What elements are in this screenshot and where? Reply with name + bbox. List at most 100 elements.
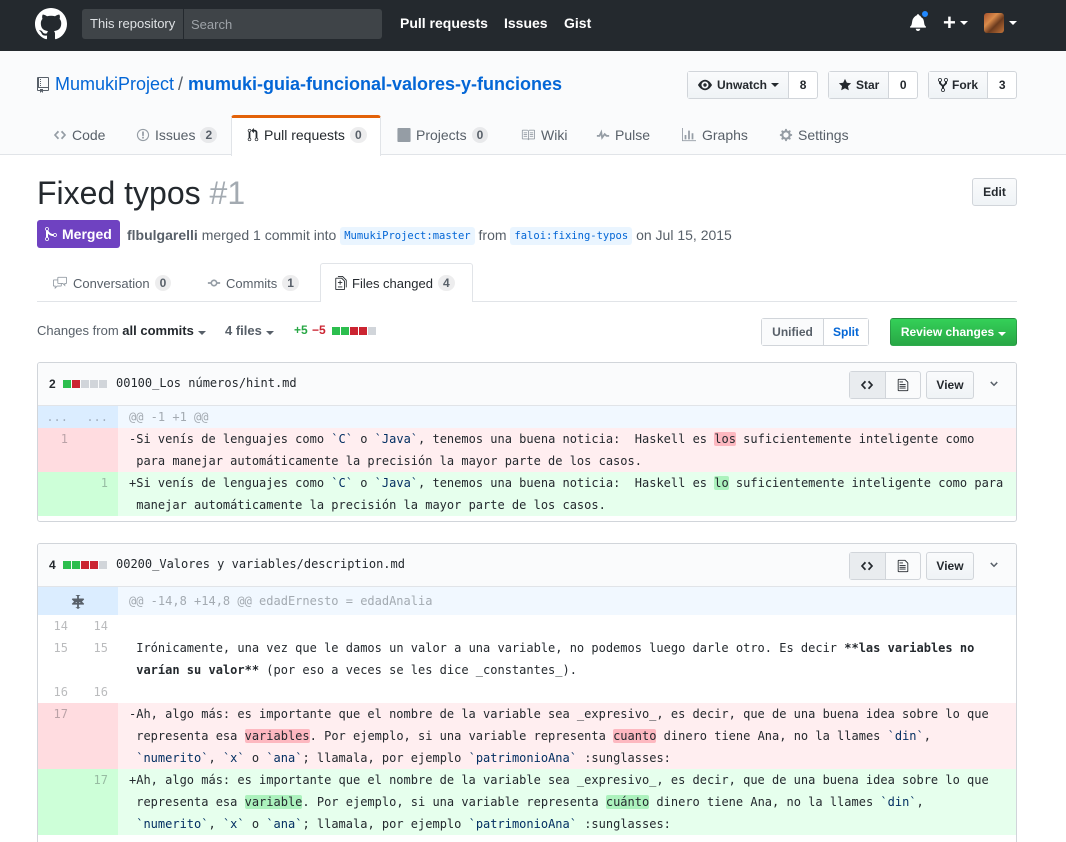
nav-pull-requests[interactable]: Pull requests (400, 15, 488, 31)
code-text: o (244, 817, 267, 831)
unified-button[interactable]: Unified (762, 319, 824, 345)
author-link[interactable]: flbulgarelli (127, 227, 198, 243)
code-text: `numerito` (136, 817, 209, 831)
diffstat-bar (332, 327, 376, 335)
source-diff-button[interactable] (850, 372, 886, 398)
nav-issues[interactable]: Issues (504, 15, 548, 31)
file-diff-icon (335, 276, 347, 290)
repo-owner-link[interactable]: MumukiProject (55, 74, 174, 95)
expand-lines-icon[interactable] (38, 587, 118, 615)
fork-label: Fork (952, 78, 979, 92)
repo-path-separator: / (178, 74, 184, 94)
new-line-number[interactable]: 1 (78, 472, 118, 516)
hunk-text: @@ -14,8 +14,8 @@ edadErnesto = edadAnal… (129, 594, 433, 608)
line-code: +Si venís de lenguajes como `C` o `Java`… (118, 472, 1016, 516)
chevron-down-icon[interactable] (1009, 21, 1017, 25)
chevron-down-icon[interactable] (960, 21, 968, 25)
code-text: , (208, 817, 223, 831)
chevron-down-icon (265, 331, 274, 335)
code-text: o (352, 432, 375, 446)
tab-pulse[interactable]: Pulse (596, 127, 650, 143)
search-input[interactable] (185, 9, 382, 39)
tab-code[interactable]: Code (53, 127, 105, 143)
file-name[interactable]: 00200_Valores y variables/description.md (116, 557, 405, 571)
eye-icon (698, 79, 712, 91)
tab-pull-requests[interactable]: Pull requests 0 (247, 127, 367, 143)
base-branch[interactable]: MumukiProject:master (340, 227, 475, 245)
deleted-line: 17 -Ah, algo más: es importante que el n… (38, 703, 1016, 769)
tab-issues[interactable]: Issues 2 (136, 127, 218, 143)
old-line-number[interactable]: 14 (38, 615, 78, 637)
fork-button[interactable]: Fork (929, 72, 989, 98)
code-text: , tenemos una buena noticia: Haskell es (418, 476, 715, 490)
chevron-down-icon[interactable] (988, 559, 1000, 571)
line-code: -Ah, algo más: es importante que el nomb… (118, 703, 1016, 769)
old-line-number (38, 472, 78, 516)
code-text: suficientemente inteligente como (735, 432, 975, 446)
old-line-number[interactable]: 17 (38, 703, 78, 769)
code-text: manejar automáticamente la precisión la … (136, 498, 606, 512)
stars-count[interactable]: 0 (889, 72, 917, 98)
new-line-number[interactable]: 14 (78, 615, 118, 637)
changes-from-dropdown[interactable]: Changes from all commits (37, 323, 206, 338)
files-dropdown[interactable]: 4 files (225, 323, 274, 338)
tab-conversation[interactable]: Conversation 0 (52, 275, 172, 291)
tab-label: Commits (226, 275, 278, 291)
tab-label: Pull requests (264, 127, 345, 143)
code-text: `din` (887, 729, 924, 743)
tab-settings[interactable]: Settings (779, 127, 849, 143)
create-new-plus-icon[interactable]: + (943, 10, 956, 36)
head-branch[interactable]: faloi:fixing-typos (510, 227, 633, 245)
star-button[interactable]: Star (829, 72, 890, 98)
old-line-number[interactable]: 15 (38, 637, 78, 681)
expand-old[interactable]: ... (38, 406, 78, 428)
forks-count[interactable]: 3 (988, 72, 1016, 98)
chevron-down-icon (998, 332, 1007, 336)
tab-files-changed[interactable]: Files changed 4 (335, 275, 455, 291)
projects-counter: 0 (471, 127, 489, 143)
view-file-button[interactable]: View (926, 371, 974, 399)
github-logo-icon[interactable] (35, 8, 67, 40)
code-icon (861, 380, 874, 390)
context-line: 15 15 Irónicamente, una vez que le damos … (38, 637, 1016, 681)
watchers-count[interactable]: 8 (789, 72, 817, 98)
view-file-button[interactable]: View (926, 552, 974, 580)
nav-gist[interactable]: Gist (564, 15, 591, 31)
search-scope-label[interactable]: This repository (82, 9, 184, 39)
graph-icon (682, 128, 696, 142)
pulls-counter: 0 (349, 127, 367, 143)
tab-label: Settings (798, 127, 849, 143)
tab-projects[interactable]: Projects 0 (397, 127, 489, 143)
code-text: , (916, 795, 924, 809)
code-text: `C` (331, 476, 353, 490)
edit-title-button[interactable]: Edit (972, 178, 1017, 206)
expand-new[interactable]: ... (78, 406, 118, 428)
tab-wiki[interactable]: Wiki (520, 127, 567, 143)
new-line-number[interactable]: 15 (78, 637, 118, 681)
new-line-number[interactable]: 17 (78, 769, 118, 835)
tab-label: Issues (155, 127, 196, 143)
conversation-counter: 0 (154, 275, 172, 291)
tab-graphs[interactable]: Graphs (681, 127, 748, 143)
code-text: Irónicamente, una vez que le damos un va… (136, 641, 845, 655)
chevron-down-icon[interactable] (988, 378, 1000, 390)
pr-number: #1 (209, 175, 246, 211)
source-diff-button[interactable] (850, 553, 886, 579)
watch-button-group: Unwatch 8 (687, 71, 818, 99)
changes-from-label: Changes from (37, 323, 119, 338)
repo-name-link[interactable]: mumuki-guia-funcional-valores-y-funcione… (188, 74, 562, 95)
tab-commits[interactable]: Commits 1 (207, 275, 299, 291)
rich-diff-button[interactable] (886, 372, 921, 398)
old-line-number[interactable]: 16 (38, 681, 78, 703)
user-avatar[interactable] (984, 13, 1004, 33)
diff-view-toggle: Unified Split (761, 318, 869, 346)
file-name[interactable]: 00100_Los números/hint.md (116, 376, 297, 390)
old-line-number[interactable]: 1 (38, 428, 78, 472)
code-text: , (208, 751, 223, 765)
rich-diff-button[interactable] (886, 553, 921, 579)
split-button[interactable]: Split (824, 319, 868, 345)
review-changes-button[interactable]: Review changes (890, 318, 1017, 346)
new-line-number[interactable]: 16 (78, 681, 118, 703)
unwatch-button[interactable]: Unwatch (688, 72, 790, 98)
gear-icon (779, 128, 793, 142)
